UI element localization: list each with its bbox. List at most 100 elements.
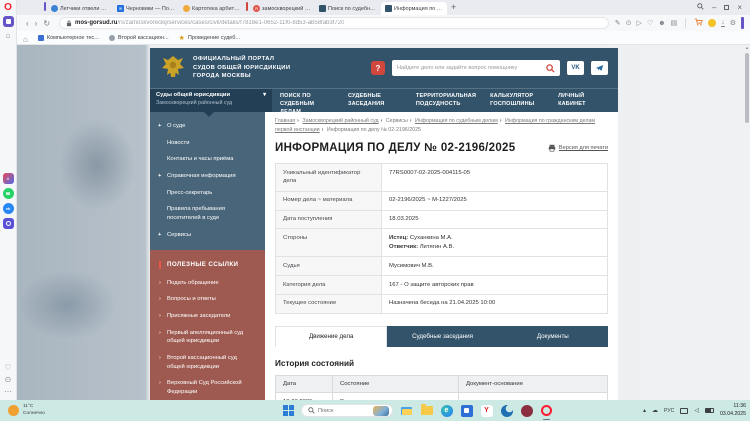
download-icon[interactable]: ↓ (721, 19, 725, 27)
vk-button[interactable]: VK (567, 61, 584, 75)
heart-icon[interactable]: ♡ (4, 363, 11, 373)
cashback-icon[interactable] (708, 19, 716, 27)
reload-button[interactable]: ↻ (43, 19, 50, 28)
breadcrumb-link[interactable]: Информация по судебным делам (415, 118, 498, 124)
browser-tab[interactable]: Я замоскворецкий суд — ... (249, 2, 315, 15)
sidebar-item-visitor-rules[interactable]: Правила пребывания посетителей в суде (150, 201, 265, 226)
sidebar-item-press-secretary[interactable]: Пресс-секретарь (150, 185, 265, 202)
useful-link-second-cassation[interactable]: ›Второй кассационный суд общей юрисдикци… (150, 350, 265, 375)
tab-favicon (51, 5, 58, 12)
print-version-link[interactable]: Версия для печати (548, 144, 608, 152)
history-title: История состояний (275, 359, 608, 368)
nav-item-personal-account[interactable]: ЛИЧНЫЙ КАБИНЕТ (550, 89, 618, 112)
profile-icon[interactable]: ☻ (658, 20, 665, 27)
site-search-input[interactable] (397, 65, 543, 71)
browser-tab[interactable]: Поиск по судебным дел... (315, 2, 381, 15)
sidebar-item-services[interactable]: +Сервисы (150, 227, 265, 244)
folder-icon[interactable] (420, 404, 433, 417)
nav-item-case-search[interactable]: ПОИСК ПО СУДЕБНЫМ ДЕЛАМ (272, 89, 340, 112)
scrollbar-thumb[interactable] (745, 53, 749, 123)
edge-browser-icon[interactable]: e (440, 404, 453, 417)
edit-icon[interactable]: ✎ (615, 19, 621, 27)
history-icon[interactable]: ⊙ (5, 375, 12, 385)
detail-value: 18.03.2025 (382, 210, 608, 229)
tray-expand-icon[interactable]: ▴ (643, 407, 646, 414)
speaker-icon[interactable]: ◁ (694, 407, 699, 414)
cart-icon[interactable] (694, 18, 703, 28)
sidebar-item-contacts[interactable]: Контакты и часы приёма (150, 151, 265, 168)
play-icon[interactable]: ▷ (637, 19, 642, 27)
browser-tab[interactable]: Картотека арбитражны... (179, 2, 245, 15)
useful-link-faq[interactable]: ›Вопросы и ответы (150, 291, 265, 308)
taskbar-search[interactable] (301, 404, 393, 417)
vk-messenger-icon[interactable]: vk (3, 203, 14, 214)
sidebar-item-reference-info[interactable]: +Справочная информация (150, 168, 265, 185)
useful-link-first-appellate[interactable]: ›Первый апелляционный суд общей юрисдикц… (150, 325, 265, 350)
sidebar-item-news[interactable]: Новости (150, 135, 265, 152)
file-explorer-icon[interactable] (400, 404, 413, 417)
battery-icon[interactable] (705, 408, 714, 413)
nav-item-jurisdiction[interactable]: ТЕРРИТОРИАЛЬНАЯ ПОДСУДНОСТЬ (408, 89, 482, 112)
browser-tab[interactable]: ✉ Черновики — Почта Mail (113, 2, 179, 15)
detail-label: Категория дела (276, 276, 382, 295)
assistant-help-button[interactable]: ? (371, 61, 385, 75)
onedrive-cloud-icon[interactable]: ☁ (652, 407, 658, 414)
useful-link-supreme-court[interactable]: ›Верховный Суд Российской Федерации (150, 375, 265, 400)
home-icon[interactable]: ⌂ (6, 31, 11, 40)
messenger-app-icon[interactable] (3, 218, 14, 229)
close-button[interactable]: × (737, 3, 742, 12)
detail-label: Судья (276, 257, 382, 276)
maximize-button[interactable] (724, 5, 729, 10)
scroll-up-icon[interactable]: ▲ (744, 45, 750, 50)
minimize-button[interactable]: – (712, 3, 716, 12)
sidebar-item-about-court[interactable]: +О суде (150, 118, 265, 135)
search-icon[interactable] (546, 64, 555, 73)
tab-court-hearings[interactable]: Судебные заседания (387, 326, 497, 347)
weather-widget[interactable]: 11°C Солнечно (0, 404, 45, 416)
tab-search-icon[interactable] (697, 3, 704, 12)
breadcrumb-link[interactable]: Главная (275, 118, 295, 124)
url-field[interactable]: mos-gorsud.ru/rs/zamoskvoreckij/services… (59, 17, 609, 29)
tab-documents[interactable]: Документы (498, 326, 608, 347)
heart-icon[interactable]: ♡ (647, 19, 653, 27)
nav-item-hearings[interactable]: СУДЕБНЫЕ ЗАСЕДАНИЯ (340, 89, 408, 112)
settings-icon[interactable]: ⚙ (730, 19, 736, 27)
breadcrumb-link[interactable]: Замоскворецкий районный суд (302, 118, 378, 124)
aria-ai-icon[interactable]: A (3, 173, 14, 184)
whatsapp-icon[interactable]: ☎ (3, 188, 14, 199)
workspace-icon[interactable] (3, 16, 14, 27)
taskbar-clock[interactable]: 11:36 03.04.2025 (720, 403, 746, 417)
tab-case-movement[interactable]: Движение дела (275, 326, 387, 347)
bookmark-item[interactable]: Компьютерное тес... (38, 35, 99, 41)
court-selector[interactable]: Суды общей юрисдикции▾ Замоскворецкий ра… (150, 89, 272, 112)
opera-menu-icon[interactable]: O (4, 2, 12, 13)
opera-browser-icon[interactable] (540, 404, 553, 417)
extension-icon[interactable]: ⊙ (626, 19, 632, 27)
language-indicator[interactable]: РУС (664, 408, 674, 414)
nav-item-fee-calculator[interactable]: КАЛЬКУЛЯТОР ГОСПОШЛИНЫ (482, 89, 550, 112)
display-icon[interactable] (680, 408, 688, 414)
telegram-button[interactable] (591, 61, 608, 75)
start-button[interactable] (283, 405, 294, 416)
bookmark-icon[interactable]: ▤ (671, 19, 678, 27)
bookmark-item[interactable]: Второй кассацион... (109, 35, 169, 41)
new-tab-button[interactable]: + (451, 2, 456, 12)
more-icon[interactable]: ⋯ (4, 387, 12, 397)
useful-link-jurors[interactable]: ›Присяжные заседатели (150, 308, 265, 325)
blue-app-icon[interactable] (460, 404, 473, 417)
useful-link-submit-appeal[interactable]: ›Подать обращение (150, 275, 265, 292)
breadcrumb-item[interactable]: Сервисы (386, 118, 408, 124)
back-button[interactable]: ‹ (26, 19, 29, 28)
sidebar-panel-toggle-icon[interactable] (741, 17, 744, 29)
home-button-icon[interactable]: ⌂ (23, 35, 28, 44)
bookmark-item[interactable]: ★ Проведение судеб... (179, 34, 240, 42)
blue-curve-app-icon[interactable] (500, 404, 513, 417)
scrollbar[interactable]: ▲ (744, 45, 750, 400)
maroon-app-icon[interactable] (520, 404, 533, 417)
yandex-browser-icon[interactable]: Y (480, 404, 493, 417)
forward-button[interactable]: › (35, 19, 38, 28)
chevron-down-icon: ▾ (263, 92, 266, 98)
browser-tab[interactable]: Летчики отвели падающ... (47, 2, 113, 15)
browser-tab-active[interactable]: Информация по делу №... (381, 2, 447, 15)
taskbar-search-input[interactable] (318, 408, 370, 414)
